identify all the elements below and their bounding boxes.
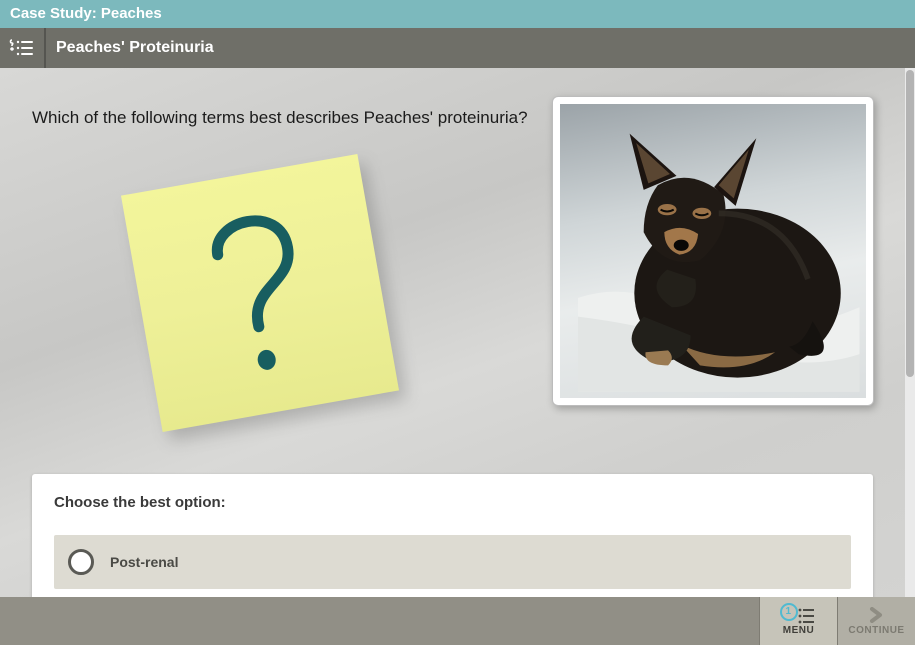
radio-unchecked-icon[interactable] [68, 549, 94, 575]
continue-button: CONTINUE [837, 597, 915, 645]
option-post-renal[interactable]: Post-renal [54, 535, 851, 589]
continue-label: CONTINUE [848, 625, 904, 636]
question-text: Which of the following terms best descri… [32, 108, 528, 128]
question-mark-icon [179, 188, 340, 398]
menu-badge: 1 [780, 603, 798, 621]
title-text: Case Study: Peaches [10, 5, 162, 22]
footer-bar: 1 MENU CONTINUE [0, 597, 915, 645]
chevron-right-icon [868, 607, 886, 623]
answer-card: Choose the best option: Post-renal [32, 474, 873, 597]
dog-photo [560, 104, 866, 398]
scrollbar-thumb[interactable] [906, 70, 914, 377]
answer-prompt: Choose the best option: [54, 494, 851, 511]
scrollbar-track[interactable] [905, 68, 915, 597]
sticky-note [121, 154, 399, 432]
photo-frame [552, 96, 874, 406]
menu-button[interactable]: 1 MENU [759, 597, 837, 645]
title-bar: Case Study: Peaches [0, 0, 915, 28]
main-content: Which of the following terms best descri… [0, 68, 915, 597]
subtitle-bar: Peaches' Proteinuria [0, 28, 915, 68]
question-list-icon [0, 28, 46, 68]
option-label: Post-renal [110, 554, 178, 570]
menu-icon: 1 [782, 607, 816, 625]
menu-label: MENU [783, 625, 814, 636]
subtitle-text: Peaches' Proteinuria [46, 28, 915, 68]
